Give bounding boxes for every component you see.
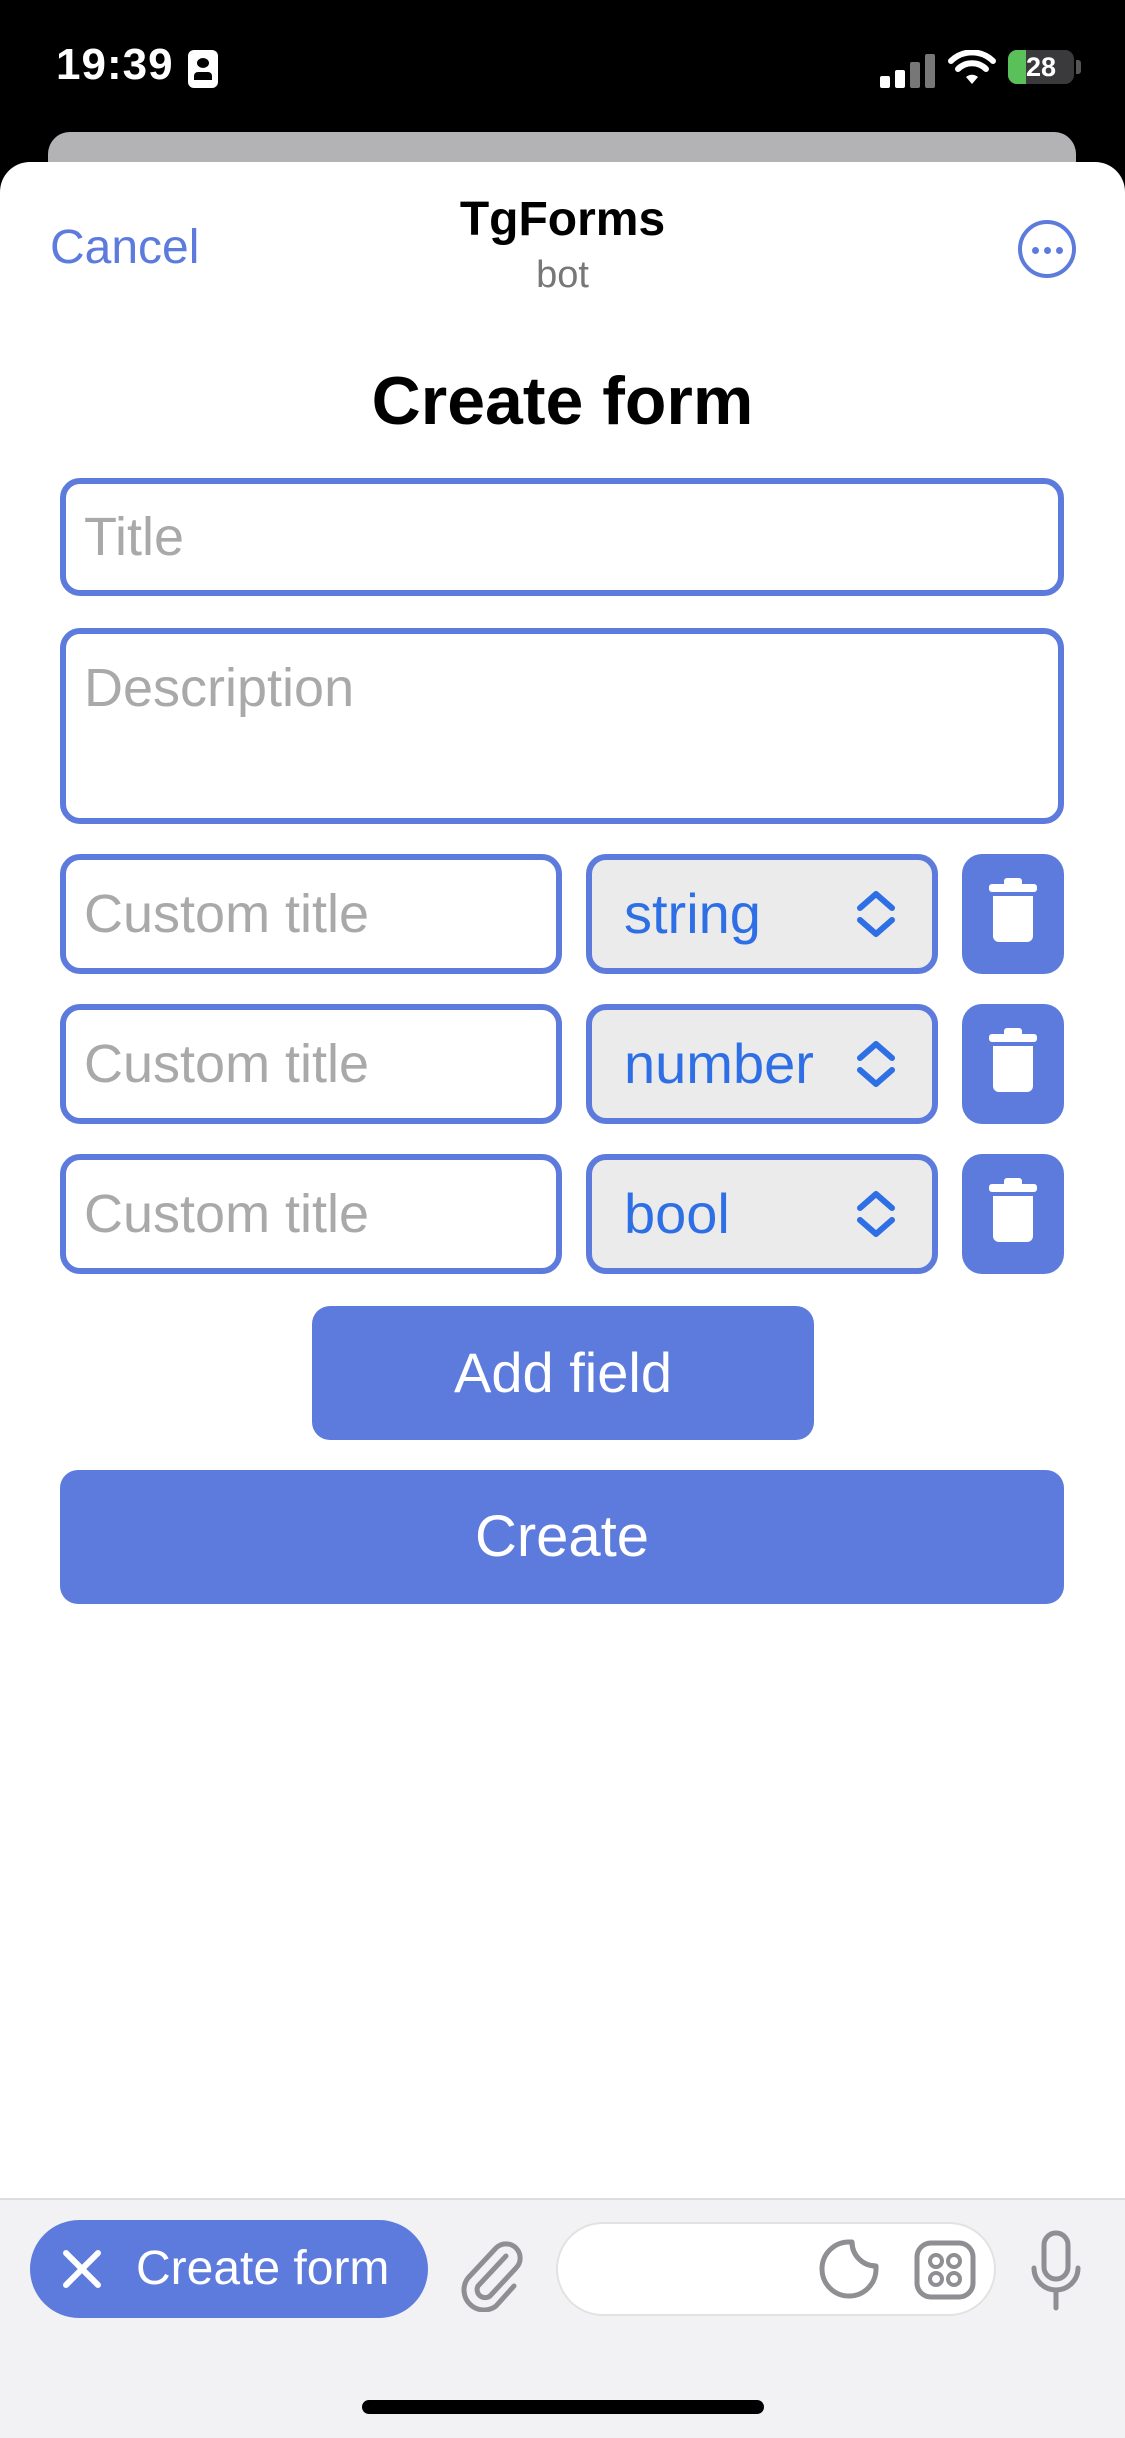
more-ellipsis-icon[interactable] bbox=[1018, 220, 1076, 278]
custom-title-input[interactable]: Custom title bbox=[60, 854, 562, 974]
field-row: Custom title number bbox=[0, 1004, 1125, 1124]
status-bar: 19:39 28 bbox=[0, 0, 1125, 140]
title-input[interactable]: Title bbox=[60, 478, 1064, 596]
description-input[interactable]: Description bbox=[60, 628, 1064, 824]
wifi-icon bbox=[948, 50, 996, 84]
create-button[interactable]: Create bbox=[60, 1470, 1064, 1604]
type-select[interactable]: bool bbox=[586, 1154, 938, 1274]
page-title: Create form bbox=[371, 363, 754, 439]
paperclip-icon[interactable] bbox=[456, 2236, 526, 2312]
contact-card-icon bbox=[188, 50, 218, 88]
add-field-button[interactable]: Add field bbox=[312, 1306, 814, 1440]
field-row: Custom title string bbox=[0, 854, 1125, 974]
field-row: Custom title bool bbox=[0, 1154, 1125, 1274]
custom-title-placeholder: Custom title bbox=[84, 1184, 370, 1244]
description-placeholder: Description bbox=[84, 658, 355, 718]
home-indicator bbox=[362, 2400, 764, 2414]
type-select[interactable]: number bbox=[586, 1004, 938, 1124]
chat-input-bar: Create form bbox=[0, 2198, 1125, 2438]
chevron-up-down-icon bbox=[857, 1041, 895, 1087]
custom-title-placeholder: Custom title bbox=[84, 1034, 370, 1094]
sticker-icon[interactable] bbox=[818, 2238, 880, 2300]
battery-charging-icon: 28 bbox=[1008, 50, 1074, 84]
microphone-icon[interactable] bbox=[1030, 2230, 1082, 2314]
battery-nub bbox=[1076, 60, 1081, 74]
apps-grid-icon[interactable] bbox=[914, 2240, 976, 2300]
type-select[interactable]: string bbox=[586, 854, 938, 974]
type-select-value: bool bbox=[624, 1182, 730, 1245]
webapp-menu-button[interactable]: Create form bbox=[30, 2220, 428, 2318]
delete-field-button[interactable] bbox=[962, 1004, 1064, 1124]
custom-title-input[interactable]: Custom title bbox=[60, 1004, 562, 1124]
type-select-value: number bbox=[624, 1032, 814, 1095]
battery-level: 28 bbox=[1025, 52, 1057, 82]
status-time: 19:39 bbox=[56, 40, 174, 89]
type-select-value: string bbox=[624, 882, 761, 945]
close-icon bbox=[63, 2250, 101, 2288]
cellular-signal-icon bbox=[880, 50, 936, 88]
custom-title-input[interactable]: Custom title bbox=[60, 1154, 562, 1274]
bot-subtitle: bot bbox=[536, 254, 589, 296]
delete-field-button[interactable] bbox=[962, 1154, 1064, 1274]
custom-title-placeholder: Custom title bbox=[84, 884, 370, 944]
delete-field-button[interactable] bbox=[962, 854, 1064, 974]
title-placeholder: Title bbox=[84, 507, 185, 567]
bot-title: TgForms bbox=[459, 193, 666, 246]
chevron-up-down-icon bbox=[857, 1191, 895, 1237]
webapp-sheet: Cancel TgForms bot Create form Title Des… bbox=[0, 162, 1125, 2436]
chevron-up-down-icon bbox=[857, 891, 895, 937]
webapp-menu-label: Create form bbox=[136, 2242, 390, 2295]
